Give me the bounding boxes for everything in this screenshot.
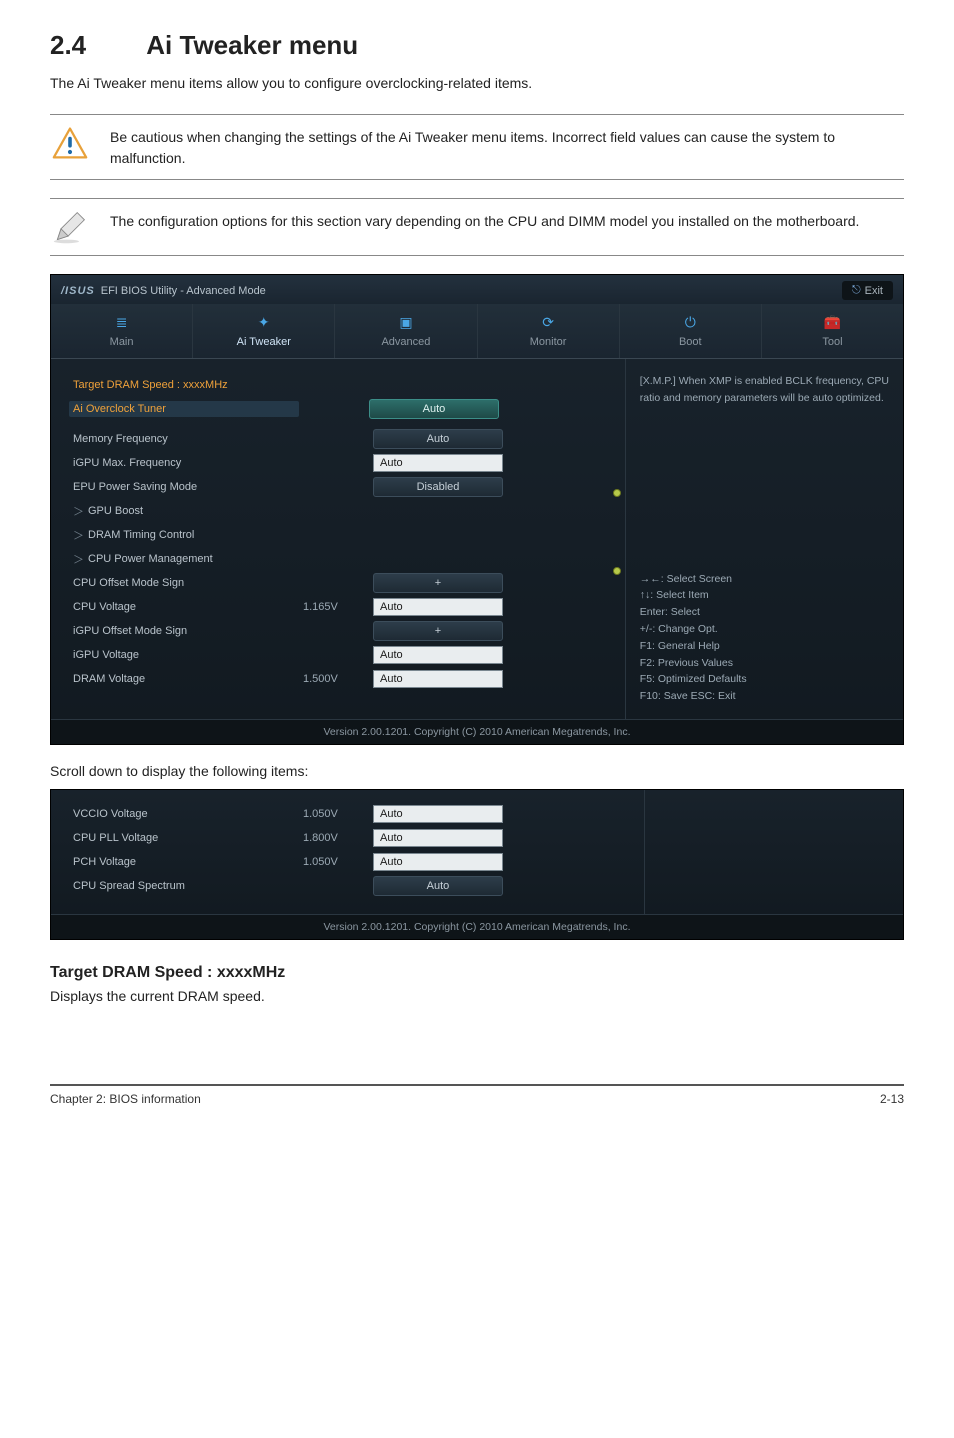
epu-power-saving-value[interactable]: Disabled <box>373 477 503 497</box>
chip-icon: ▣ <box>335 312 476 332</box>
row-dram-voltage[interactable]: DRAM Voltage 1.500V Auto <box>73 667 609 691</box>
footer-right: 2-13 <box>880 1092 904 1106</box>
tab-main[interactable]: ≣ Main <box>51 304 193 358</box>
igpu-offset-sign-value[interactable]: + <box>373 621 503 641</box>
bios-titlebar: /ISUS EFI BIOS Utility - Advanced Mode ⎋… <box>51 275 903 304</box>
subsection-text: Displays the current DRAM speed. <box>50 988 904 1004</box>
row-vccio-voltage[interactable]: VCCIO Voltage 1.050V Auto <box>73 802 628 826</box>
exit-label: Exit <box>865 285 883 297</box>
tab-ai-tweaker[interactable]: ✦ Ai Tweaker <box>193 304 335 358</box>
pencil-icon <box>50 209 90 245</box>
chevron-right-icon: ＞ <box>73 503 84 519</box>
exit-button[interactable]: ⎋ Exit <box>842 281 893 300</box>
bios-window-continued: VCCIO Voltage 1.050V Auto CPU PLL Voltag… <box>50 789 904 940</box>
row-cpu-spread-spectrum[interactable]: CPU Spread Spectrum Auto <box>73 874 628 898</box>
scroll-caption: Scroll down to display the following ite… <box>50 763 904 779</box>
igpu-max-frequency-value[interactable]: Auto <box>373 454 503 472</box>
row-cpu-voltage[interactable]: CPU Voltage 1.165V Auto <box>73 595 609 619</box>
pch-voltage-reading: 1.050V <box>303 856 373 868</box>
tab-boot[interactable]: ⏻ Boot <box>620 304 762 358</box>
chevron-right-icon: ＞ <box>73 527 84 543</box>
help-keys: →←: Select Screen ↑↓: Select Item Enter:… <box>640 571 889 705</box>
dram-voltage-value[interactable]: Auto <box>373 670 503 688</box>
section-heading: 2.4 Ai Tweaker menu <box>50 30 904 61</box>
scroll-indicator-top[interactable] <box>613 489 621 497</box>
section-number: 2.4 <box>50 30 140 61</box>
vccio-voltage-value[interactable]: Auto <box>373 805 503 823</box>
dram-voltage-reading: 1.500V <box>303 673 373 685</box>
power-icon: ⏻ <box>620 312 761 332</box>
row-cpu-pll-voltage[interactable]: CPU PLL Voltage 1.800V Auto <box>73 826 628 850</box>
list-icon: ≣ <box>51 312 192 332</box>
row-igpu-voltage[interactable]: iGPU Voltage Auto <box>73 643 609 667</box>
tweaker-icon: ✦ <box>193 312 334 332</box>
bios-help-panel: [X.M.P.] When XMP is enabled BCLK freque… <box>625 359 903 719</box>
info-text: The configuration options for this secti… <box>110 209 904 232</box>
intro-text: The Ai Tweaker menu items allow you to c… <box>50 73 904 94</box>
cpu-voltage-reading: 1.165V <box>303 601 373 613</box>
pch-voltage-value[interactable]: Auto <box>373 853 503 871</box>
chevron-right-icon: ＞ <box>73 551 84 567</box>
row-target-dram-speed: Target DRAM Speed : xxxxMHz <box>73 373 609 397</box>
bios-footer: Version 2.00.1201. Copyright (C) 2010 Am… <box>51 719 903 744</box>
bios-title: EFI BIOS Utility - Advanced Mode <box>101 285 266 297</box>
page-footer: Chapter 2: BIOS information 2-13 <box>50 1084 904 1106</box>
footer-left: Chapter 2: BIOS information <box>50 1092 201 1106</box>
bios-brand: /ISUS <box>61 285 95 297</box>
bios-window: /ISUS EFI BIOS Utility - Advanced Mode ⎋… <box>50 274 904 745</box>
section-title-text: Ai Tweaker menu <box>146 30 358 60</box>
row-igpu-max-frequency[interactable]: iGPU Max. Frequency Auto <box>73 451 609 475</box>
warning-note: Be cautious when changing the settings o… <box>50 114 904 180</box>
row-gpu-boost[interactable]: ＞ GPU Boost <box>73 499 609 523</box>
igpu-voltage-value[interactable]: Auto <box>373 646 503 664</box>
help-description: [X.M.P.] When XMP is enabled BCLK freque… <box>640 373 889 407</box>
row-igpu-offset-mode-sign[interactable]: iGPU Offset Mode Sign + <box>73 619 609 643</box>
cpu-pll-voltage-value[interactable]: Auto <box>373 829 503 847</box>
warning-icon <box>50 125 90 161</box>
tab-tool[interactable]: 🧰 Tool <box>762 304 903 358</box>
tab-monitor[interactable]: ⟳ Monitor <box>478 304 620 358</box>
row-dram-timing-control[interactable]: ＞ DRAM Timing Control <box>73 523 609 547</box>
tab-advanced[interactable]: ▣ Advanced <box>335 304 477 358</box>
cpu-spread-spectrum-value[interactable]: Auto <box>373 876 503 896</box>
cpu-voltage-value[interactable]: Auto <box>373 598 503 616</box>
exit-icon: ⎋ <box>852 284 861 297</box>
row-cpu-power-management[interactable]: ＞ CPU Power Management <box>73 547 609 571</box>
row-pch-voltage[interactable]: PCH Voltage 1.050V Auto <box>73 850 628 874</box>
row-memory-frequency[interactable]: Memory Frequency Auto <box>73 427 609 451</box>
tool-icon: 🧰 <box>762 312 903 332</box>
ai-overclock-tuner-value[interactable]: Auto <box>369 399 499 419</box>
bios-tabs: ≣ Main ✦ Ai Tweaker ▣ Advanced ⟳ Monitor… <box>51 304 903 359</box>
scroll-indicator-bottom[interactable] <box>613 567 621 575</box>
monitor-icon: ⟳ <box>478 312 619 332</box>
row-epu-power-saving[interactable]: EPU Power Saving Mode Disabled <box>73 475 609 499</box>
row-cpu-offset-mode-sign[interactable]: CPU Offset Mode Sign + <box>73 571 609 595</box>
info-note: The configuration options for this secti… <box>50 198 904 256</box>
bios-footer-2: Version 2.00.1201. Copyright (C) 2010 Am… <box>51 914 903 939</box>
row-ai-overclock-tuner[interactable]: Ai Overclock Tuner Auto <box>73 397 609 421</box>
cpu-pll-voltage-reading: 1.800V <box>303 832 373 844</box>
memory-frequency-value[interactable]: Auto <box>373 429 503 449</box>
subsection-heading: Target DRAM Speed : xxxxMHz <box>50 964 904 982</box>
warning-text: Be cautious when changing the settings o… <box>110 125 904 169</box>
vccio-voltage-reading: 1.050V <box>303 808 373 820</box>
cpu-offset-sign-value[interactable]: + <box>373 573 503 593</box>
